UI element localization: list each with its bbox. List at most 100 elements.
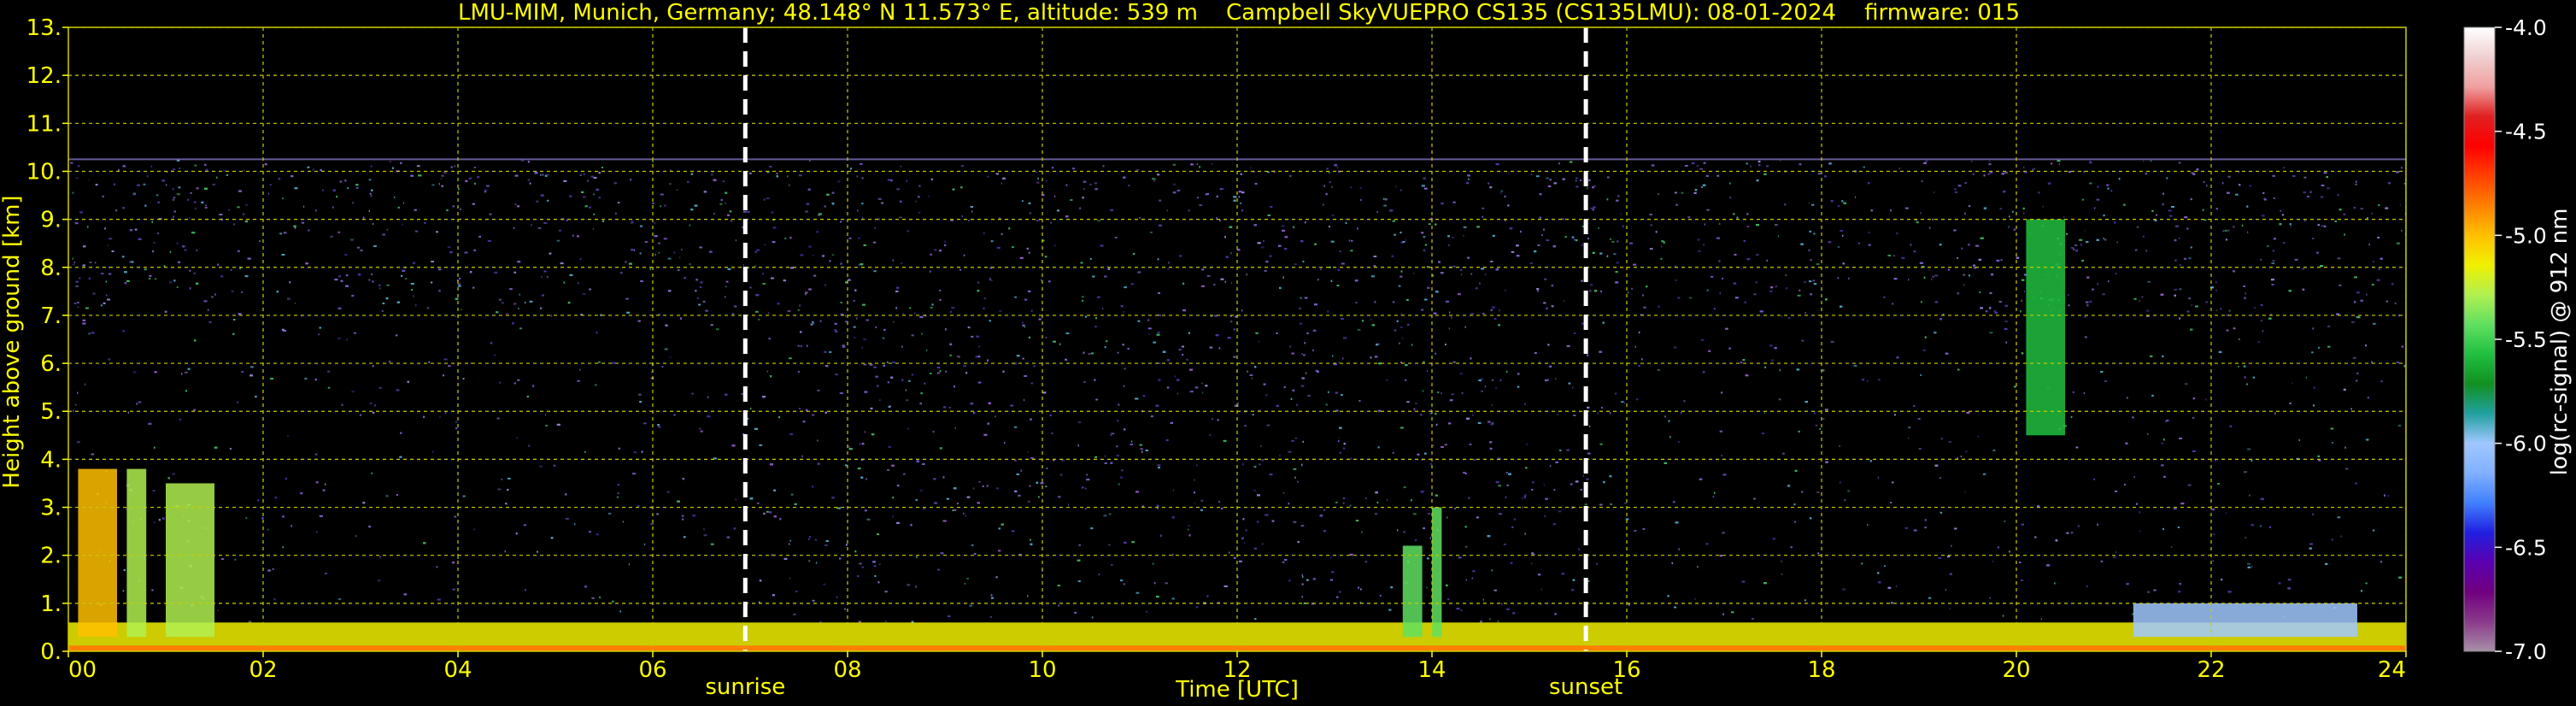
noise-speck [758,318,760,321]
noise-speck [804,293,807,296]
noise-speck [2161,442,2164,444]
noise-speck [2353,207,2356,209]
noise-speck [1798,430,1800,432]
noise-speck [2188,257,2192,260]
noise-speck [1200,499,1204,502]
noise-speck [2063,216,2065,218]
noise-speck [308,229,310,232]
noise-speck [617,202,620,204]
noise-speck [1252,414,1254,416]
noise-speck [748,172,752,174]
noise-speck [304,378,308,379]
noise-speck [154,278,157,280]
noise-speck [2338,284,2342,286]
noise-speck [346,338,348,341]
noise-speck [204,207,208,209]
noise-speck [1910,244,1912,246]
noise-speck [1771,359,1774,362]
noise-speck [1613,253,1617,256]
noise-speck [879,399,881,402]
noise-speck [1522,497,1523,500]
noise-speck [360,249,363,251]
noise-speck [656,513,659,515]
noise-speck [1697,238,1700,241]
noise-speck [2312,513,2315,515]
noise-speck [1130,283,1135,285]
noise-speck [230,269,232,271]
noise-speck [1963,274,1966,276]
noise-speck [232,319,236,321]
noise-speck [2102,293,2105,296]
noise-speck [2244,376,2246,379]
noise-speck [2228,309,2231,312]
noise-speck [2100,560,2104,562]
noise-speck [2394,303,2397,304]
noise-speck [1147,327,1152,330]
noise-speck [719,203,723,205]
noise-speck [441,174,444,177]
noise-speck [2033,168,2035,170]
noise-speck [267,528,269,531]
noise-speck [2139,300,2140,303]
noise-speck [1059,474,1063,476]
noise-speck [2004,520,2006,522]
noise-speck [1350,504,1352,507]
noise-speck [2396,362,2400,363]
noise-speck [2327,325,2331,327]
noise-speck [454,165,456,168]
noise-speck [766,197,770,200]
noise-speck [876,385,879,387]
noise-speck [2143,160,2145,162]
noise-speck [2396,242,2400,244]
noise-speck [1229,321,1233,323]
noise-speck [1721,455,1723,456]
noise-speck [327,370,330,373]
noise-speck [2084,315,2087,318]
noise-speck [257,499,260,502]
noise-speck [355,186,359,189]
noise-speck [848,445,851,448]
noise-speck [1756,254,1759,256]
noise-speck [1172,554,1174,556]
noise-speck [643,543,646,545]
noise-speck [431,184,435,186]
noise-speck [1373,265,1376,267]
noise-speck [211,296,214,298]
noise-speck [1422,390,1424,392]
noise-speck [2190,246,2192,249]
noise-speck [1934,274,1938,277]
noise-speck [749,286,753,289]
noise-speck [1147,319,1150,321]
noise-speck [1778,398,1781,401]
noise-speck [1428,223,1431,226]
noise-speck [2023,291,2025,293]
noise-speck [638,393,642,396]
noise-speck [72,191,74,194]
noise-speck [764,244,766,246]
noise-speck [2238,365,2239,368]
noise-speck [1102,308,1104,309]
noise-speck [386,228,389,231]
noise-speck [217,609,219,612]
noise-speck [229,448,232,450]
noise-speck [915,200,917,203]
noise-speck [896,188,901,191]
noise-speck [789,539,791,542]
noise-speck [194,164,197,167]
noise-speck [1939,477,1941,479]
noise-speck [92,292,96,295]
noise-speck [879,563,881,566]
noise-speck [1988,160,1991,162]
noise-speck [2355,482,2357,485]
noise-speck [906,399,909,402]
noise-speck [1094,182,1097,185]
noise-speck [519,327,522,330]
noise-speck [710,324,713,327]
noise-speck [1294,476,1296,479]
noise-speck [768,312,770,315]
noise-speck [327,386,331,389]
noise-speck [2187,484,2192,486]
noise-speck [907,230,910,232]
noise-speck [1614,392,1617,395]
noise-speck [1018,494,1021,497]
